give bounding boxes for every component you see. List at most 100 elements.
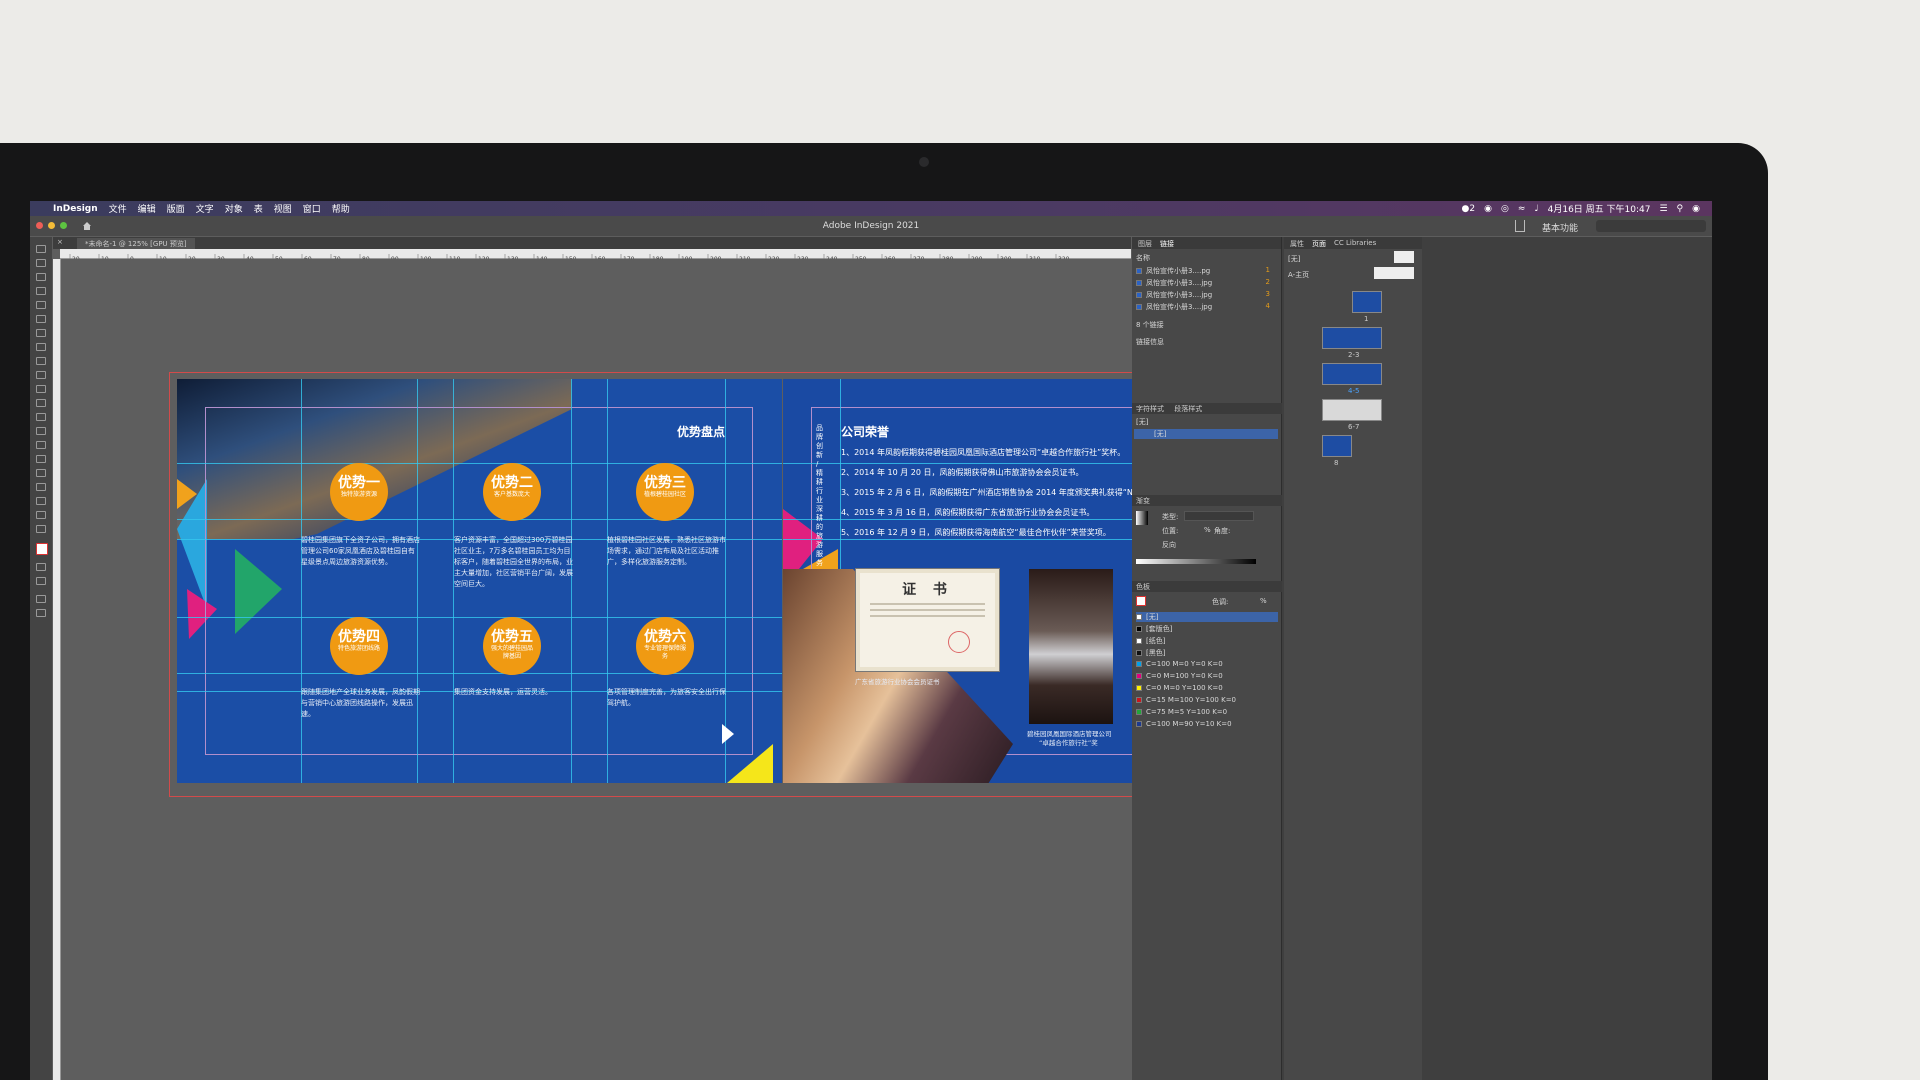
swatch-row[interactable]: C=0 M=0 Y=100 K=0 — [1136, 684, 1223, 692]
note-tool-icon[interactable] — [36, 483, 46, 491]
tab-properties[interactable]: 属性 — [1290, 239, 1304, 248]
search-icon[interactable]: ⚲ — [1677, 204, 1684, 214]
content-collector-icon[interactable] — [36, 301, 46, 309]
selection-tool-icon[interactable] — [36, 245, 46, 253]
honor-item[interactable]: 1、2014 年凤韵假期获得碧桂园凤凰国际酒店管理公司“卓越合作旅行社”奖杯。 — [841, 447, 1125, 458]
none-master-thumb[interactable] — [1394, 251, 1414, 263]
vertical-ruler[interactable] — [53, 259, 61, 1080]
free-transform-tool-icon[interactable] — [36, 441, 46, 449]
advantage-text[interactable]: 各项管理制度完善，为旅客安全出行保驾护航。 — [607, 687, 727, 709]
tab-character-styles[interactable]: 字符样式 — [1136, 405, 1164, 413]
advantage-text[interactable]: 集团资金支持发展，运营灵活。 — [454, 687, 574, 698]
swatch-row[interactable]: [纸色] — [1136, 636, 1165, 646]
page-tool-icon[interactable] — [36, 273, 46, 281]
preview-mode-icon[interactable] — [36, 609, 46, 617]
volume-icon[interactable]: ♩ — [1534, 204, 1538, 214]
page-left[interactable]: 优势盘点 优势一 独特旅游资源 优势二 客户基数庞大 优势三 植根碧桂园社区 优势四特… — [177, 379, 782, 783]
menu-table[interactable]: 表 — [254, 202, 263, 215]
close-tab-icon[interactable]: × — [57, 238, 63, 246]
screen-mode-icon[interactable] — [36, 595, 46, 603]
eyedropper-tool-icon[interactable] — [36, 497, 46, 505]
advantage-text[interactable]: 碧桂园集团旗下全资子公司，拥有酒店管理公司60家凤凰酒店及碧桂园自有星级景点周边… — [301, 535, 421, 568]
swatches-panel-header[interactable]: 色板 — [1132, 581, 1282, 592]
honor-item[interactable]: 2、2014 年 10 月 20 日，凤韵假期获得佛山市旅游协会会员证书。 — [841, 467, 1084, 478]
advantage-text[interactable]: 跟随集团地产全球业务发展，凤韵假期与营销中心旅游团线路操作，发展迅速。 — [301, 687, 421, 720]
gradient-feather-tool-icon[interactable] — [36, 469, 46, 477]
style-selected-row[interactable]: [无] — [1134, 429, 1278, 439]
menu-window[interactable]: 窗口 — [303, 202, 321, 215]
gradient-tool-icon[interactable] — [36, 455, 46, 463]
tab-links[interactable]: 链接 — [1160, 239, 1174, 248]
formatting-container-icon[interactable] — [36, 563, 46, 571]
page-right[interactable]: 品牌创新 / 精耕行业深耕的旅游服务 公司荣誉 1、2014 年凤韵假期获得碧桂… — [783, 379, 1132, 783]
style-none-row[interactable]: [无] — [1136, 417, 1148, 427]
swatch-row[interactable]: [黑色] — [1136, 648, 1165, 658]
direct-selection-tool-icon[interactable] — [36, 259, 46, 267]
swatch-row[interactable]: [套版色] — [1136, 624, 1172, 634]
type-tool-icon[interactable] — [36, 315, 46, 323]
page-thumb-8[interactable] — [1322, 435, 1352, 457]
advantage-badge[interactable]: 优势三 植根碧桂园社区 — [636, 463, 694, 521]
menu-view[interactable]: 视图 — [274, 202, 292, 215]
advantage-badge[interactable]: 优势六 专业管理保障服务 — [636, 617, 694, 675]
workspace-switcher[interactable]: 基本功能 — [1542, 221, 1578, 234]
links-header[interactable]: 名称 — [1136, 253, 1150, 263]
certificate-caption[interactable]: 广东省旅游行业协会会员证书 — [855, 676, 940, 686]
document-canvas[interactable]: 优势盘点 优势一 独特旅游资源 优势二 客户基数庞大 优势三 植根碧桂园社区 优势四特… — [61, 259, 1132, 1080]
menu-help[interactable]: 帮助 — [332, 202, 350, 215]
fill-swatch-icon[interactable] — [1136, 596, 1146, 606]
advantage-badge[interactable]: 优势五 强大的碧桂园品牌基因 — [483, 617, 541, 675]
menu-object[interactable]: 对象 — [225, 202, 243, 215]
swatch-row[interactable]: C=15 M=100 Y=100 K=0 — [1136, 696, 1236, 704]
trophy-caption[interactable]: “卓越合作旅行社”奖 — [1039, 737, 1098, 747]
grid-tool-icon[interactable] — [36, 413, 46, 421]
table-tool-icon[interactable] — [36, 399, 46, 407]
clock[interactable]: 4月16日 周五 下午10:47 — [1548, 202, 1651, 215]
apply-none-icon[interactable] — [36, 577, 46, 585]
link-row[interactable]: 凤怡宣传小册3....pg 1 — [1136, 266, 1276, 276]
horizontal-ruler[interactable]: 2010010203040506070809010011012013014015… — [60, 249, 1131, 264]
tab-layers[interactable]: 图层 — [1138, 239, 1152, 248]
gradient-panel-header[interactable]: 渐变 — [1132, 495, 1282, 506]
menu-layout[interactable]: 版面 — [167, 202, 185, 215]
advantage-badge[interactable]: 优势一 独特旅游资源 — [330, 463, 388, 521]
swatch-row[interactable]: C=75 M=5 Y=100 K=0 — [1136, 708, 1227, 716]
page-thumb-2-3[interactable] — [1322, 327, 1382, 349]
page-thumb-4-5[interactable] — [1322, 363, 1382, 385]
links-count[interactable]: 8 个链接 — [1136, 320, 1164, 330]
section-title-honors[interactable]: 公司荣誉 — [841, 423, 889, 440]
menu-app[interactable]: InDesign — [53, 204, 98, 214]
tab-pages[interactable]: 页面 — [1312, 239, 1326, 248]
page-thumb-1[interactable] — [1352, 291, 1382, 313]
link-row[interactable]: 凤怡宣传小册3....jpg 2 — [1136, 278, 1276, 288]
link-row[interactable]: 凤怡宣传小册3....jpg 3 — [1136, 290, 1276, 300]
honor-item[interactable]: 4、2015 年 3 月 16 日，凤韵假期获得广东省旅游行业协会会员证书。 — [841, 507, 1094, 518]
section-title-advantages[interactable]: 优势盘点 — [677, 423, 725, 440]
a-master-thumb[interactable] — [1374, 267, 1414, 279]
help-search-input[interactable] — [1596, 220, 1706, 232]
rectangle-tool-icon[interactable] — [36, 385, 46, 393]
pages-none-master[interactable]: [无] — [1288, 254, 1300, 264]
gradient-reverse-button[interactable]: 反向 — [1162, 540, 1176, 550]
scissors-tool-icon[interactable] — [36, 427, 46, 435]
hand-tool-icon[interactable] — [36, 511, 46, 519]
pencil-tool-icon[interactable] — [36, 357, 46, 365]
notification-icon[interactable]: ●2 — [1462, 204, 1476, 214]
wechat-icon[interactable]: ◉ — [1484, 204, 1492, 214]
control-center-icon[interactable]: ☰ — [1659, 204, 1667, 214]
tab-paragraph-styles[interactable]: 段落样式 — [1174, 405, 1202, 413]
gradient-ramp[interactable] — [1136, 559, 1256, 564]
pages-a-master[interactable]: A-主页 — [1288, 270, 1309, 280]
share-icon[interactable] — [1515, 220, 1525, 232]
siri-icon[interactable]: ◉ — [1692, 204, 1700, 214]
swatch-row[interactable]: [无] — [1136, 612, 1278, 622]
advantage-text[interactable]: 植根碧桂园社区发展，熟悉社区旅游市场需求，通过门店布局及社区活动推广，多样化旅游… — [607, 535, 727, 568]
vertical-slogan[interactable]: 品牌创新 / 精耕行业深耕的旅游服务 — [816, 424, 826, 568]
advantage-badge[interactable]: 优势四 特色旅游团线路 — [330, 617, 388, 675]
gradient-type-select[interactable] — [1184, 511, 1254, 521]
menu-type[interactable]: 文字 — [196, 202, 214, 215]
swatch-row[interactable]: C=100 M=0 Y=0 K=0 — [1136, 660, 1223, 668]
advantage-text[interactable]: 客户资源丰富，全国超过300万碧桂园社区业主，7万多名碧桂园员工均为目标客户，随… — [454, 535, 574, 590]
advantage-badge[interactable]: 优势二 客户基数庞大 — [483, 463, 541, 521]
swatch-row[interactable]: C=100 M=90 Y=10 K=0 — [1136, 720, 1232, 728]
